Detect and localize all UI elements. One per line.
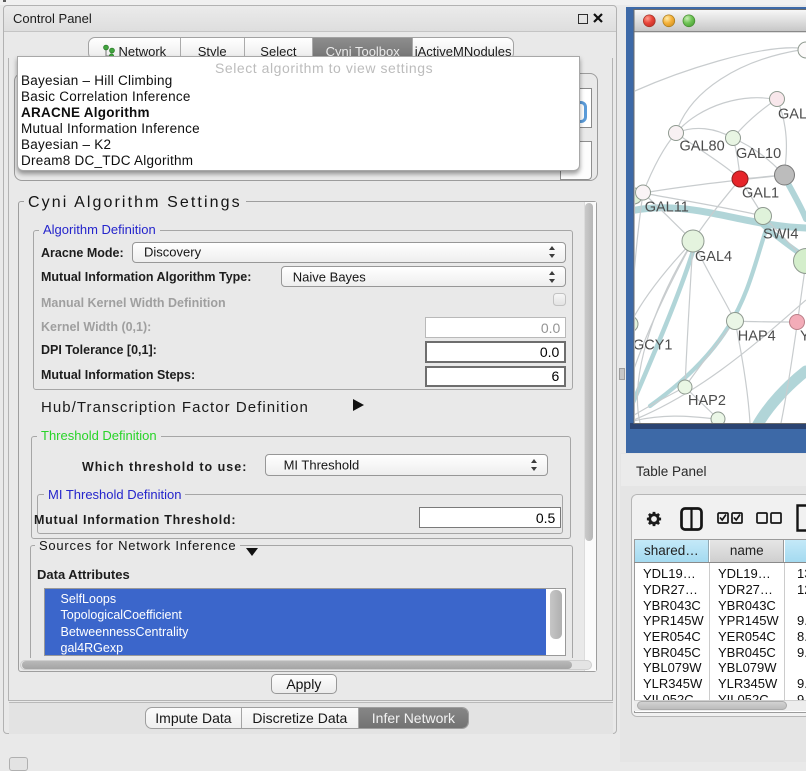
svg-text:GCY1: GCY1 <box>633 338 673 354</box>
svg-text:GAL80: GAL80 <box>680 139 725 155</box>
svg-text:HAP4: HAP4 <box>738 329 776 345</box>
svg-text:GAL2: GAL2 <box>778 107 806 123</box>
svg-text:SWI4: SWI4 <box>763 227 798 243</box>
svg-text:HAP2: HAP2 <box>688 393 726 409</box>
svg-text:GAL10: GAL10 <box>736 146 781 162</box>
svg-text:GAL4: GAL4 <box>695 249 732 265</box>
svg-text:GAL11: GAL11 <box>645 200 689 216</box>
svg-text:GAL1: GAL1 <box>742 185 779 201</box>
svg-text:Y: Y <box>800 329 806 345</box>
